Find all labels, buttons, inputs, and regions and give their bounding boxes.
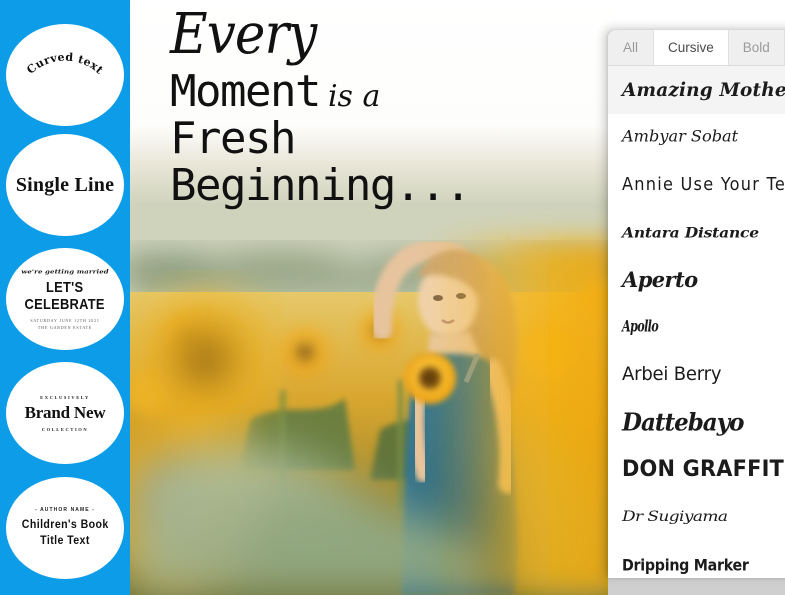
font-name: Antara Distance — [622, 223, 759, 241]
font-name: Apollo — [622, 318, 659, 337]
font-name: Aperto — [622, 267, 698, 293]
font-name: Amazing Mother — [622, 78, 785, 101]
font-picker-panel: All Cursive Bold Amazing Mother Ambyar S… — [608, 30, 785, 578]
preset-brand-overline: EXCLUSIVELY — [40, 394, 90, 400]
preset-celebrate-small2: THE GARDEN ESTATE — [37, 324, 93, 330]
font-name: DON GRAFFITI — [622, 457, 785, 483]
font-name: Annie Use Your Telescope — [622, 174, 785, 196]
tab-bold-label: Bold — [742, 40, 770, 55]
font-list-item[interactable]: Antara Distance — [608, 209, 785, 257]
preset-brand-label: Brand New — [24, 402, 106, 422]
curved-text-arc: Curved text — [24, 51, 106, 78]
tab-all-label: All — [622, 40, 638, 55]
font-list-item[interactable]: DON GRAFFITI — [608, 446, 785, 494]
font-name: Dattebayo — [622, 408, 744, 437]
preset-kids-overline: - AUTHOR NAME - — [35, 507, 95, 514]
font-list-item[interactable]: Dattebayo — [608, 399, 785, 447]
font-list-item[interactable]: Annie Use Your Telescope — [608, 161, 785, 209]
font-list[interactable]: Amazing Mother Ambyar Sobat Annie Use Yo… — [608, 66, 785, 578]
font-name: Dripping Marker — [622, 555, 749, 575]
font-list-item[interactable]: Ambyar Sobat — [608, 114, 785, 162]
preset-kids-line1: Children's Book — [21, 519, 109, 532]
preset-kids-line2: Title Text — [40, 534, 90, 547]
tab-cursive[interactable]: Cursive — [654, 30, 729, 65]
font-list-item[interactable]: Apollo — [608, 304, 785, 352]
font-name: Arbei Berry — [622, 364, 722, 386]
svg-text:Curved text: Curved text — [24, 51, 106, 78]
preset-celebrate-line1: LET'S — [46, 279, 84, 297]
sunflower-photo — [130, 0, 620, 595]
preset-single-line-label: Single Line — [15, 173, 115, 196]
preset-brand-underline: COLLECTION — [41, 426, 89, 432]
preset-brand-new[interactable]: EXCLUSIVELY Brand New COLLECTION — [6, 362, 124, 464]
photo-artwork — [130, 0, 620, 595]
panel-bottom-shadow — [608, 578, 785, 595]
preset-childrens-book[interactable]: - AUTHOR NAME - Children's Book Title Te… — [6, 477, 124, 579]
preset-curved-text[interactable]: Curved text — [6, 24, 124, 126]
preset-curved-text-label: Curved text — [24, 51, 106, 78]
font-category-tabs: All Cursive Bold — [608, 30, 785, 66]
font-list-item[interactable]: Amazing Mother — [608, 66, 785, 114]
font-list-item[interactable]: Dr Sugiyama — [608, 494, 785, 542]
font-list-item[interactable]: Arbei Berry — [608, 351, 785, 399]
preset-celebrate-line2: CELEBRATE — [24, 295, 106, 313]
text-presets-sidebar: Curved text Single Line we're getting ma… — [0, 0, 130, 595]
tab-cursive-label: Cursive — [668, 40, 714, 55]
preset-single-line[interactable]: Single Line — [6, 134, 124, 236]
tab-bold[interactable]: Bold — [728, 30, 785, 65]
preset-lets-celebrate[interactable]: we're getting married LET'S CELEBRATE SA… — [6, 248, 124, 350]
font-list-item[interactable]: Aperto — [608, 256, 785, 304]
font-name: Dr Sugiyama — [622, 509, 728, 526]
preset-celebrate-small1: SATURDAY JUNE 12TH 2021 — [30, 317, 100, 323]
editor-window: Curved text Single Line we're getting ma… — [0, 0, 785, 595]
font-list-item[interactable]: Dripping Marker — [608, 541, 785, 578]
tab-all[interactable]: All — [608, 30, 654, 65]
preset-celebrate-script: we're getting married — [21, 267, 109, 276]
font-name: Ambyar Sobat — [622, 128, 739, 147]
